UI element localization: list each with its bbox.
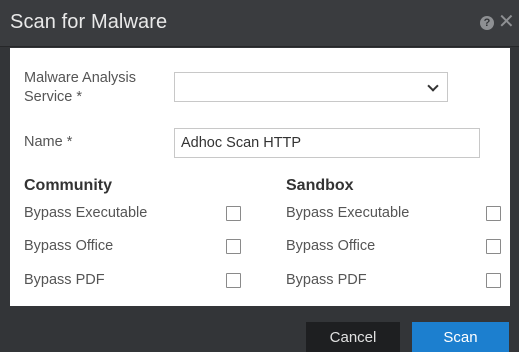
service-label-line1: Malware Analysis [24,70,137,86]
sandbox-bypass-pdf-label: Bypass PDF [286,272,367,288]
close-icon[interactable]: ✕ [498,12,515,32]
cancel-button[interactable]: Cancel [306,322,400,352]
dialog-footer: Cancel Scan [0,306,519,352]
sandbox-bypass-office-label: Bypass Office [286,238,376,254]
sandbox-bypass-executable-label: Bypass Executable [286,205,410,221]
dialog-body: Malware Analysis Service * Name * Commun… [10,48,510,306]
community-bypass-executable-checkbox[interactable] [226,206,241,221]
dialog-title-bar: Scan for Malware ? ✕ [0,0,519,47]
question-circle-icon[interactable]: ? [480,16,494,30]
sandbox-bypass-executable-checkbox[interactable] [486,206,501,221]
sandbox-bypass-pdf-checkbox[interactable] [486,273,501,288]
malware-analysis-service-select[interactable] [174,72,448,102]
dialog-title: Scan for Malware [10,11,168,33]
service-label-line2: Service * [24,89,83,105]
sandbox-heading: Sandbox [286,177,354,194]
community-heading: Community [24,177,112,194]
community-bypass-office-label: Bypass Office [24,238,114,254]
community-bypass-pdf-label: Bypass PDF [24,272,105,288]
community-bypass-pdf-checkbox[interactable] [226,273,241,288]
scan-for-malware-dialog: Scan for Malware ? ✕ Malware Analysis Se… [0,0,519,352]
community-bypass-office-checkbox[interactable] [226,239,241,254]
name-input[interactable] [174,128,480,158]
sandbox-bypass-office-checkbox[interactable] [486,239,501,254]
name-label: Name * [24,134,73,150]
chevron-down-icon [427,80,439,92]
community-bypass-executable-label: Bypass Executable [24,205,148,221]
scan-button[interactable]: Scan [412,322,509,352]
